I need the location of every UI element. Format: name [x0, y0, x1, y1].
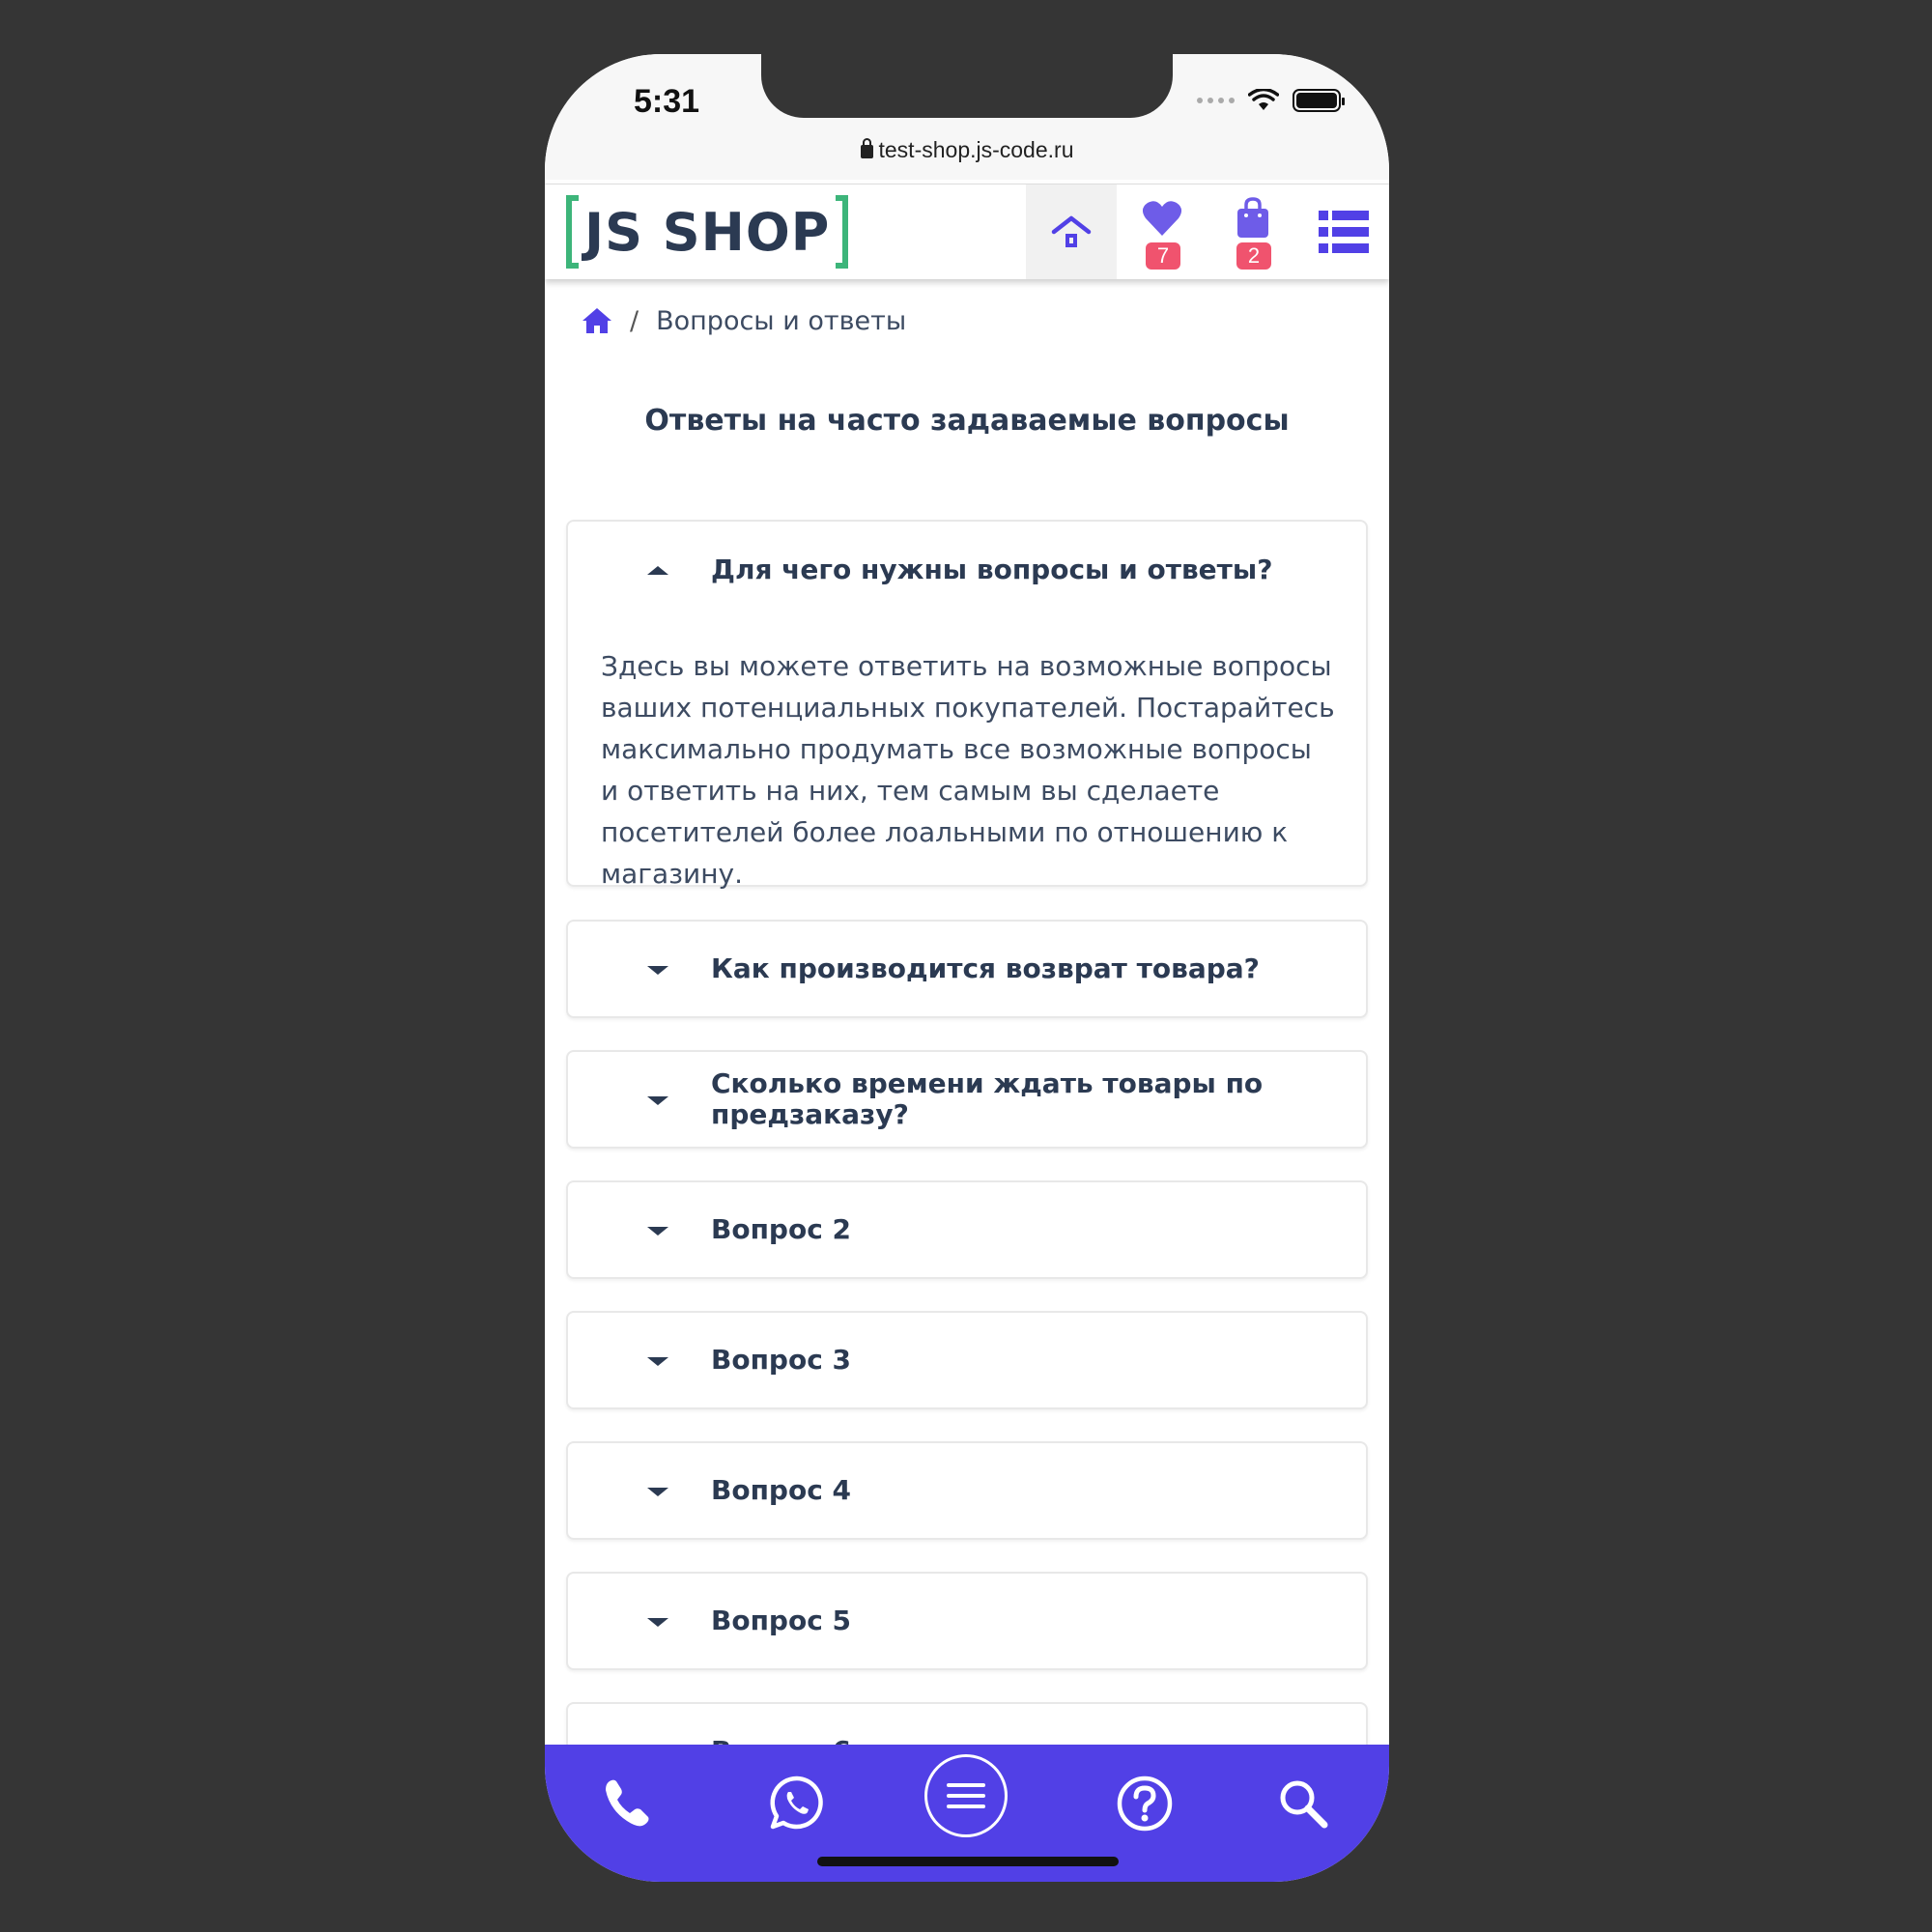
menu-icon	[947, 1783, 985, 1808]
faq-item[interactable]: Вопрос 4	[566, 1441, 1368, 1540]
logo-bracket-left	[566, 195, 579, 269]
home-icon	[1051, 215, 1092, 247]
faq-item[interactable]: Сколько времени ждать товары по предзака…	[566, 1050, 1368, 1149]
chevron-down-icon	[647, 966, 668, 975]
chevron-up-icon	[647, 566, 668, 575]
search-button[interactable]	[1269, 1770, 1337, 1837]
wifi-icon	[1248, 89, 1279, 110]
faq-item[interactable]: Для чего нужны вопросы и ответы? Здесь в…	[566, 520, 1368, 890]
chevron-down-icon	[647, 1096, 668, 1105]
faq-item[interactable]: Вопрос 5	[566, 1572, 1368, 1670]
faq-answer: Здесь вы можете ответить на возможные во…	[601, 650, 1335, 890]
site-header: JS SHOP 7 2	[545, 184, 1389, 279]
faq-question: Для чего нужны вопросы и ответы?	[711, 554, 1273, 585]
device-notch	[761, 54, 1173, 118]
heart-icon	[1142, 201, 1182, 236]
signal-icon	[1197, 98, 1235, 103]
faq-item[interactable]: Вопрос 2	[566, 1180, 1368, 1279]
list-icon	[1319, 211, 1369, 253]
favorites-button[interactable]: 7	[1117, 185, 1208, 279]
chevron-down-icon	[647, 1618, 668, 1627]
header-nav: 7 2	[1026, 185, 1389, 279]
home-button[interactable]	[1026, 185, 1117, 279]
faq-item[interactable]: Как производится возврат товара?	[566, 920, 1368, 1018]
cart-button[interactable]: 2	[1208, 185, 1298, 279]
lock-icon	[860, 138, 873, 158]
logo[interactable]: JS SHOP	[566, 192, 849, 271]
faq-question: Вопрос 3	[711, 1344, 852, 1376]
home-icon[interactable]	[582, 306, 612, 335]
breadcrumb: / Вопросы и ответы	[582, 301, 906, 340]
faq-question: Сколько времени ждать товары по предзака…	[711, 1067, 1264, 1130]
shopping-bag-icon	[1237, 197, 1268, 238]
logo-text: JS SHOP	[584, 201, 831, 263]
page-title: Ответы на часто задаваемые вопросы	[644, 404, 1290, 438]
logo-bracket-right	[836, 195, 849, 269]
phone-button[interactable]	[593, 1770, 661, 1837]
breadcrumb-separator: /	[630, 305, 639, 336]
menu-button[interactable]	[924, 1754, 1008, 1837]
phone-icon	[606, 1779, 649, 1827]
faq-item[interactable]: Вопрос 3	[566, 1311, 1368, 1409]
whatsapp-button[interactable]	[763, 1770, 831, 1837]
status-time: 5:31	[634, 83, 700, 120]
chevron-down-icon	[647, 1227, 668, 1236]
status-indicators	[1197, 89, 1345, 112]
home-indicator	[817, 1857, 1119, 1866]
battery-icon	[1293, 89, 1345, 112]
cart-count-badge: 2	[1236, 242, 1271, 270]
bottom-nav-bar	[545, 1745, 1389, 1882]
faq-question: Вопрос 4	[711, 1474, 852, 1506]
whatsapp-icon	[770, 1776, 823, 1830]
help-button[interactable]	[1111, 1770, 1179, 1837]
breadcrumb-current: Вопросы и ответы	[656, 305, 907, 336]
chevron-down-icon	[647, 1488, 668, 1496]
url-text: test-shop.js-code.ru	[878, 137, 1074, 162]
search-icon	[1280, 1780, 1328, 1829]
catalog-button[interactable]	[1298, 185, 1389, 279]
address-bar[interactable]: test-shop.js-code.ru	[545, 137, 1389, 163]
chevron-down-icon	[647, 1357, 668, 1366]
phone-screen: 5:31 test-shop.js-code.ru JS SHOP 7 2 / …	[545, 54, 1389, 1882]
faq-question: Вопрос 2	[711, 1213, 852, 1245]
faq-question: Как производится возврат товара?	[711, 952, 1260, 984]
help-icon	[1117, 1776, 1173, 1832]
favorites-count-badge: 7	[1146, 242, 1180, 270]
faq-question: Вопрос 5	[711, 1605, 852, 1636]
